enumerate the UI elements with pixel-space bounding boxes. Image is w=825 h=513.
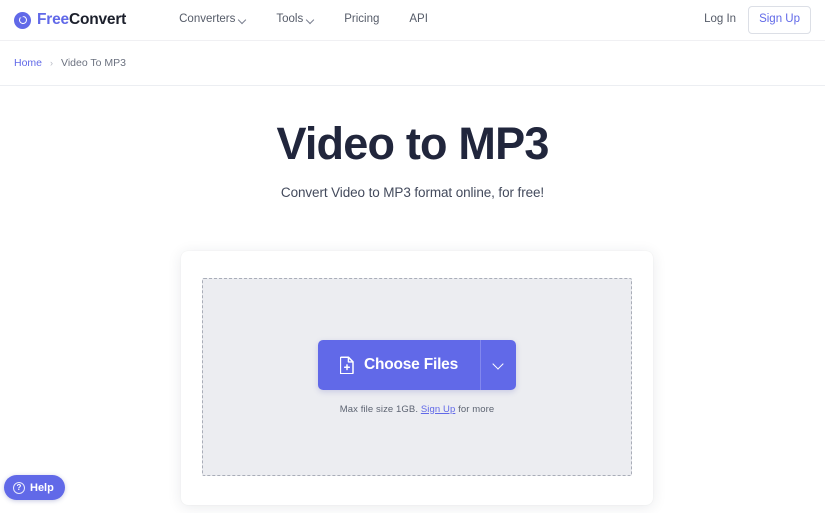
breadcrumb-item-current: Video To MP3: [61, 56, 127, 69]
choose-files-button[interactable]: Choose Files: [317, 339, 481, 390]
nav-item-pricing[interactable]: Pricing: [344, 14, 379, 26]
hero-section: Video to MP3 Convert Video to MP3 format…: [0, 86, 825, 200]
max-size-prefix: Max file size 1GB.: [339, 403, 419, 415]
main-nav: Converters Tools Pricing API: [179, 14, 428, 26]
page-root: FreeConvert Converters Tools Pricing API…: [0, 0, 825, 513]
breadcrumb: Home › Video To MP3: [14, 58, 126, 69]
choose-files-label: Choose Files: [363, 355, 459, 373]
nav-item-label: Pricing: [344, 13, 380, 26]
help-label: Help: [30, 481, 54, 494]
chevron-down-icon: [307, 16, 314, 23]
brand-wordmark: FreeConvert: [37, 12, 126, 28]
nav-item-label: Converters: [179, 13, 236, 26]
nav-item-tools[interactable]: Tools: [276, 14, 314, 26]
brand-logo[interactable]: FreeConvert: [14, 11, 126, 29]
freeconvert-logo-icon: [14, 11, 31, 29]
upload-card: Choose Files Max file size 1GB. Sign Up …: [181, 251, 653, 505]
signup-button[interactable]: Sign Up: [748, 6, 811, 34]
page-title: Video to MP3: [276, 118, 549, 169]
max-file-size-note: Max file size 1GB. Sign Up for more: [340, 404, 495, 415]
breadcrumb-separator-icon: ›: [50, 57, 54, 68]
login-link[interactable]: Log In: [704, 14, 736, 26]
nav-item-label: API: [409, 13, 428, 26]
nav-item-label: Tools: [276, 13, 304, 26]
file-plus-icon: [339, 355, 355, 374]
choose-files-group: Choose Files: [317, 339, 517, 390]
question-circle-icon: ?: [13, 481, 25, 494]
breadcrumb-item-home[interactable]: Home: [14, 58, 42, 69]
help-button[interactable]: ? Help: [4, 475, 65, 500]
file-dropzone[interactable]: Choose Files Max file size 1GB. Sign Up …: [202, 278, 632, 476]
choose-files-dropdown-button[interactable]: [480, 339, 517, 390]
nav-item-api[interactable]: API: [409, 14, 428, 26]
chevron-down-icon: [493, 359, 504, 370]
signup-inline-link[interactable]: Sign Up: [421, 404, 456, 415]
nav-item-converters[interactable]: Converters: [179, 14, 246, 26]
brand-word-free: Free: [37, 11, 69, 29]
chevron-down-icon: [239, 16, 246, 23]
brand-word-convert: Convert: [68, 11, 127, 29]
page-subtitle: Convert Video to MP3 format online, for …: [280, 185, 545, 201]
breadcrumb-bar: Home › Video To MP3: [0, 41, 825, 86]
header-actions: Log In Sign Up: [704, 6, 811, 34]
site-header: FreeConvert Converters Tools Pricing API…: [0, 0, 825, 41]
max-size-suffix: for more: [458, 403, 495, 415]
